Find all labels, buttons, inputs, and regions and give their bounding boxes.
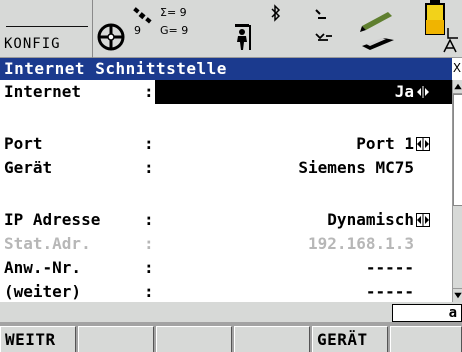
row-label: (weiter) bbox=[4, 282, 82, 301]
choice-arrows-icon[interactable] bbox=[416, 85, 430, 99]
port-value[interactable]: Port 1 bbox=[356, 132, 414, 156]
dial-number-row[interactable]: Anw.-Nr. : ----- bbox=[0, 256, 452, 280]
row-colon: : bbox=[144, 258, 154, 277]
softkey-f1[interactable]: WEITR bbox=[0, 326, 76, 352]
row-label: Port bbox=[4, 134, 43, 153]
status-separator bbox=[92, 0, 93, 58]
panel-name: KONFIG bbox=[4, 36, 61, 52]
scroll-thumb[interactable] bbox=[453, 94, 462, 206]
row-label: Internet bbox=[4, 82, 82, 101]
continue-row[interactable]: (weiter) : ----- bbox=[0, 280, 452, 304]
row-label: Stat.Adr. bbox=[4, 234, 91, 253]
device-row[interactable]: Gerät : Siemens MC75 bbox=[0, 156, 452, 180]
row-colon: : bbox=[144, 82, 154, 101]
input-mode-bar: a bbox=[0, 302, 462, 322]
scroll-up-icon[interactable] bbox=[453, 80, 462, 94]
choice-arrows-icon[interactable] bbox=[416, 137, 430, 151]
scroll-down-icon[interactable] bbox=[453, 288, 462, 302]
close-icon[interactable]: X bbox=[452, 58, 462, 80]
row-colon: : bbox=[144, 210, 154, 229]
scrollbar[interactable] bbox=[452, 80, 462, 302]
static-address-row: Stat.Adr. : 192.168.1.3 bbox=[0, 232, 452, 256]
panel-rule bbox=[6, 26, 88, 27]
internet-value[interactable]: Ja bbox=[395, 80, 414, 104]
row-colon: : bbox=[144, 282, 154, 301]
status-bar: KONFIG Σ= 9 9 G= 9 bbox=[0, 0, 462, 58]
softkey-f6[interactable] bbox=[390, 326, 462, 352]
choice-arrows-icon[interactable] bbox=[416, 213, 430, 227]
input-mode-indicator: a bbox=[392, 304, 462, 322]
memory-card-icon bbox=[360, 12, 394, 50]
row-colon: : bbox=[144, 234, 154, 253]
sat-total-label: Σ= 9 bbox=[160, 6, 187, 19]
row-label: Anw.-Nr. bbox=[4, 258, 82, 277]
screen-title: Internet Schnittstelle bbox=[0, 58, 452, 80]
continue-value[interactable]: ----- bbox=[366, 280, 414, 304]
row-colon: : bbox=[144, 134, 154, 153]
input-mode-text: a bbox=[448, 305, 457, 321]
dial-number-value[interactable]: ----- bbox=[366, 256, 414, 280]
softkey-f2[interactable] bbox=[78, 326, 154, 352]
battery-icon bbox=[425, 0, 458, 53]
device-value: Siemens MC75 bbox=[298, 158, 414, 177]
sat-gps-count: 9 bbox=[134, 24, 141, 37]
softkey-f3[interactable] bbox=[156, 326, 232, 352]
row-colon: : bbox=[144, 158, 154, 177]
settings-panel: Internet : Ja Port : Port 1 Gerät : Siem… bbox=[0, 80, 452, 302]
row-label: IP Adresse bbox=[4, 210, 101, 229]
position-fix-icon bbox=[97, 23, 125, 51]
static-address-value: 192.168.1.3 bbox=[308, 234, 414, 253]
row-label: Gerät bbox=[4, 158, 53, 177]
ip-address-row[interactable]: IP Adresse : Dynamisch bbox=[0, 208, 452, 232]
softkey-f4[interactable] bbox=[234, 326, 310, 352]
softkey-f5[interactable]: GERÄT bbox=[312, 326, 388, 352]
ip-address-value[interactable]: Dynamisch bbox=[327, 208, 414, 232]
port-row[interactable]: Port : Port 1 bbox=[0, 132, 452, 156]
satellite-icon bbox=[133, 7, 152, 24]
radio-icon bbox=[315, 9, 332, 41]
bluetooth-icon bbox=[271, 4, 281, 22]
softkey-bar: WEITR GERÄT bbox=[0, 322, 462, 352]
rover-icon bbox=[235, 24, 251, 50]
sat-glonass-count: G= 9 bbox=[160, 24, 189, 37]
internet-row[interactable]: Internet : Ja bbox=[0, 80, 452, 104]
